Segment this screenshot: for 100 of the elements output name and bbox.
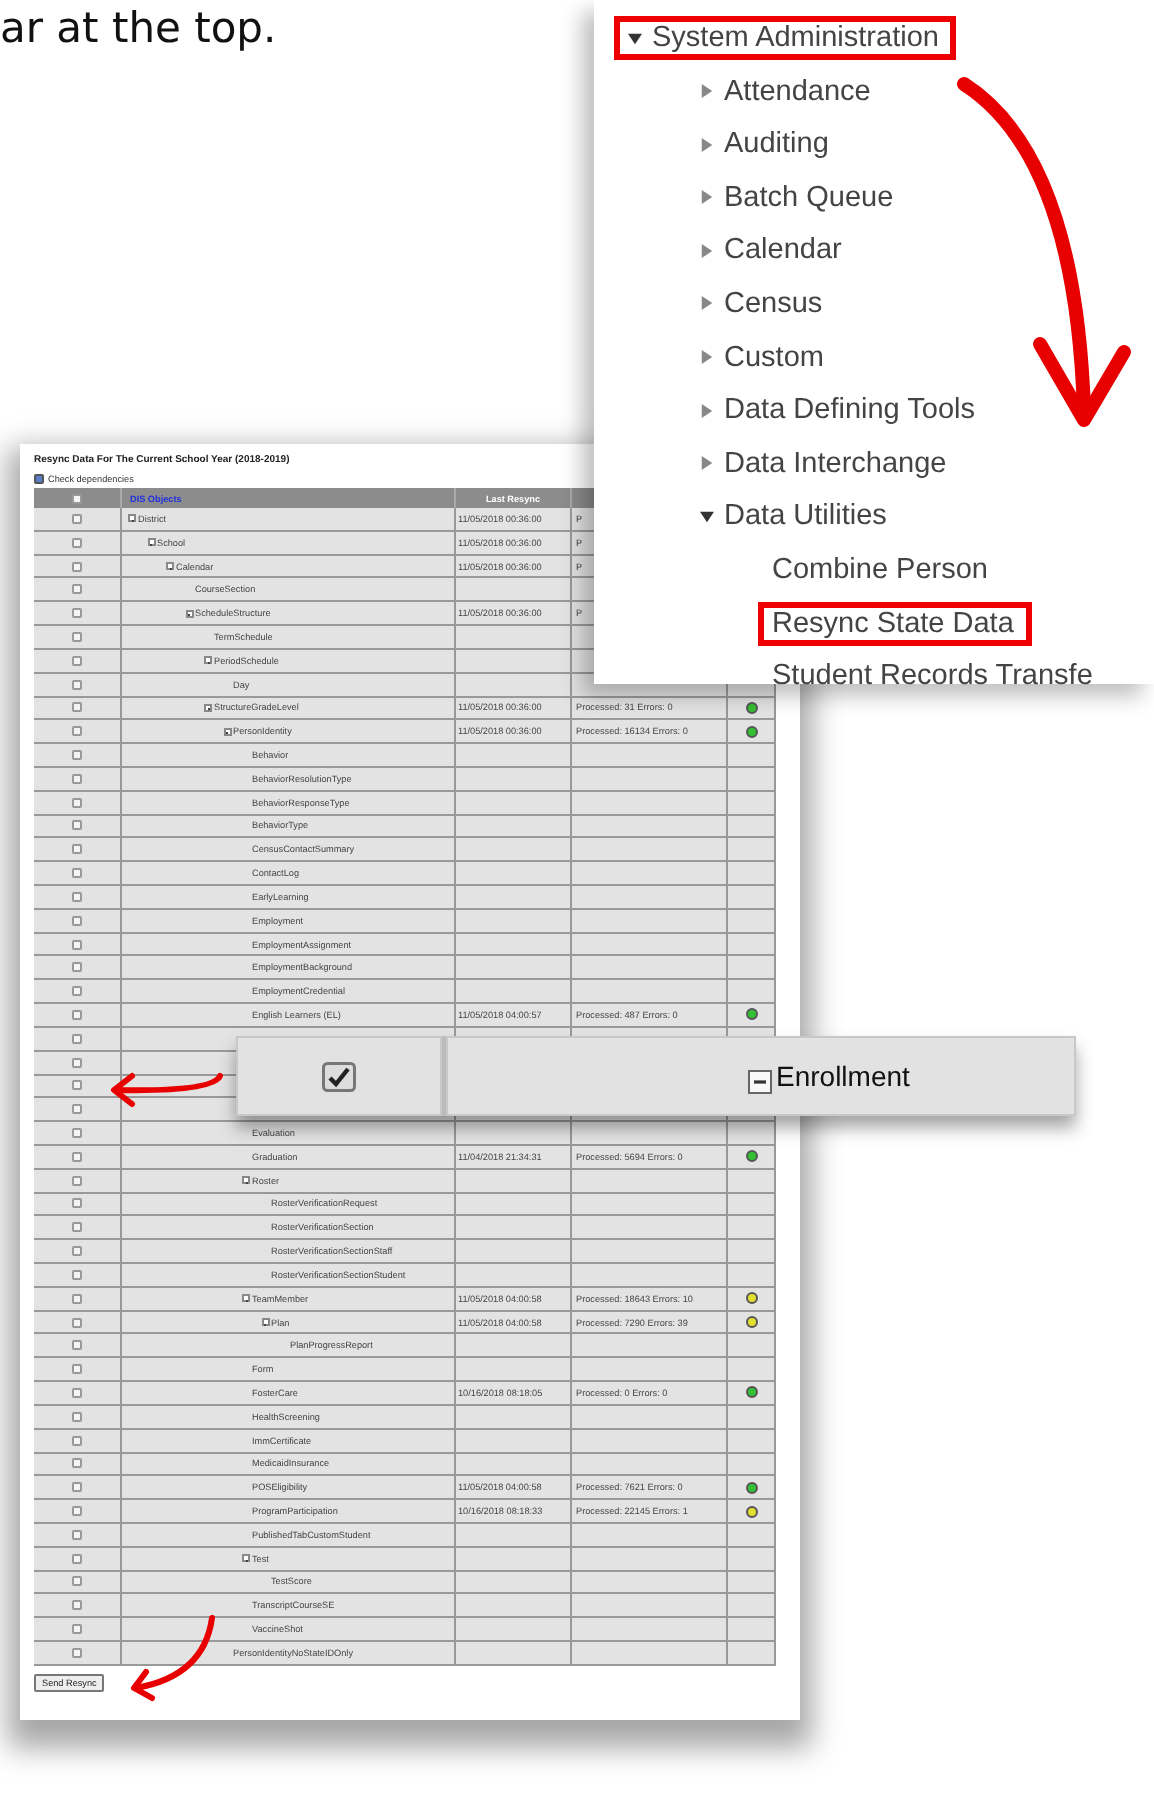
row-checkbox[interactable] (72, 1128, 82, 1139)
collapse-icon[interactable] (166, 562, 174, 571)
row-checkbox[interactable] (72, 891, 82, 902)
row-checkbox[interactable] (72, 1435, 82, 1446)
row-checkbox[interactable] (72, 1458, 82, 1469)
row-checkbox[interactable] (72, 1576, 82, 1587)
row-checkbox[interactable] (72, 1033, 82, 1044)
table-cell (728, 815, 776, 839)
row-checkbox[interactable] (72, 1411, 82, 1422)
menu-item[interactable]: System Administration (614, 16, 957, 60)
table-cell (728, 838, 776, 863)
menu-item[interactable]: Combine Person (758, 547, 1006, 592)
table-cell (728, 1429, 776, 1453)
row-checkbox[interactable] (72, 1151, 82, 1162)
collapse-icon[interactable] (242, 1294, 250, 1303)
arrow (111, 1073, 223, 1107)
row-checkbox[interactable] (72, 1104, 82, 1115)
row-checkbox[interactable] (72, 1624, 82, 1635)
row-checkbox[interactable] (72, 1387, 82, 1398)
row-checkbox[interactable] (72, 608, 82, 619)
collapse-icon[interactable] (147, 538, 155, 547)
menu-item[interactable]: Auditing (686, 122, 847, 167)
menu-item[interactable]: Student Records Transfe (758, 654, 1111, 699)
row-checkbox[interactable] (72, 820, 82, 831)
row-checkbox[interactable] (72, 1317, 82, 1328)
row-checkbox[interactable] (72, 513, 82, 524)
row-checkbox[interactable] (72, 773, 82, 784)
table-cell (728, 767, 776, 792)
select-all-checkbox[interactable] (72, 493, 82, 503)
collapse-icon[interactable] (261, 1318, 269, 1327)
collapse-icon[interactable] (128, 514, 136, 523)
row-checkbox[interactable] (72, 1647, 82, 1658)
row-checkbox[interactable] (72, 1080, 82, 1091)
caret-icon (700, 84, 714, 99)
row-checkbox[interactable] (72, 655, 82, 666)
caret-icon (700, 296, 714, 311)
curved-arrow (131, 1615, 215, 1701)
collapse-icon[interactable] (204, 703, 212, 712)
collapse-icon[interactable] (223, 727, 231, 736)
row-checkbox[interactable] (72, 561, 82, 572)
row-checkbox[interactable] (72, 1293, 82, 1304)
row-checkbox[interactable] (72, 1175, 82, 1186)
row-checkbox[interactable] (72, 631, 82, 642)
row-checkbox[interactable] (72, 844, 82, 855)
menu-item[interactable]: Custom (686, 335, 842, 380)
collapse-icon[interactable] (185, 609, 193, 618)
row-checkbox[interactable] (72, 1340, 82, 1351)
row-checkbox[interactable] (72, 1529, 82, 1540)
table-cell (728, 1547, 776, 1572)
row-checkbox[interactable] (72, 1482, 82, 1493)
table-cell (728, 886, 776, 910)
collapse-icon[interactable] (204, 656, 212, 665)
object-name: Enrollment (776, 1060, 910, 1092)
caret-icon (628, 31, 642, 45)
caret-icon (700, 403, 714, 418)
caret-icon (700, 350, 714, 365)
table-cell (728, 933, 776, 957)
row-checkbox[interactable] (72, 939, 82, 950)
menu-item[interactable]: Calendar (686, 228, 860, 273)
row-checkbox[interactable] (72, 1009, 82, 1020)
menu-item[interactable]: Batch Queue (686, 175, 912, 220)
row-checkbox[interactable] (72, 1222, 82, 1233)
row-checkbox[interactable] (72, 986, 82, 997)
table-cell (728, 956, 776, 981)
row-checkbox[interactable] (72, 584, 82, 595)
caret-icon (700, 509, 714, 524)
checkbox[interactable] (34, 474, 44, 484)
menu-item[interactable]: Data Interchange (686, 441, 965, 486)
row-checkbox[interactable] (72, 1600, 82, 1611)
row-checkbox[interactable] (72, 750, 82, 761)
caret-icon (700, 456, 714, 471)
table-cell (728, 1594, 776, 1619)
row-checkbox[interactable] (72, 1057, 82, 1068)
caret-icon (700, 137, 714, 152)
collapse-icon[interactable] (242, 1176, 250, 1185)
table-cell (728, 1193, 776, 1217)
row-checkbox[interactable] (72, 726, 82, 737)
row-checkbox[interactable] (72, 702, 82, 713)
row-checkbox[interactable] (72, 962, 82, 973)
row-checkbox[interactable] (72, 915, 82, 926)
row-checkbox[interactable] (72, 1506, 82, 1517)
row-checkbox[interactable] (72, 868, 82, 879)
menu-item[interactable]: Census (686, 281, 841, 326)
row-checkbox[interactable] (72, 537, 82, 548)
checkbox[interactable] (322, 1061, 356, 1091)
collapse-icon[interactable] (242, 1554, 250, 1563)
menu-item[interactable]: Attendance (686, 69, 889, 114)
collapse-icon[interactable] (748, 1070, 772, 1094)
row-checkbox[interactable] (72, 1553, 82, 1564)
row-checkbox[interactable] (72, 1269, 82, 1280)
row-checkbox[interactable] (72, 1364, 82, 1375)
row-checkbox[interactable] (72, 797, 82, 808)
table-cell (728, 791, 776, 816)
table-cell (728, 1216, 776, 1241)
table-cell (728, 909, 776, 934)
row-checkbox[interactable] (72, 679, 82, 690)
row-checkbox[interactable] (72, 1198, 82, 1209)
row-checkbox[interactable] (72, 1246, 82, 1257)
menu-item[interactable]: Data Defining Tools (686, 388, 993, 433)
menu-item[interactable]: Resync State Data (758, 601, 1032, 646)
